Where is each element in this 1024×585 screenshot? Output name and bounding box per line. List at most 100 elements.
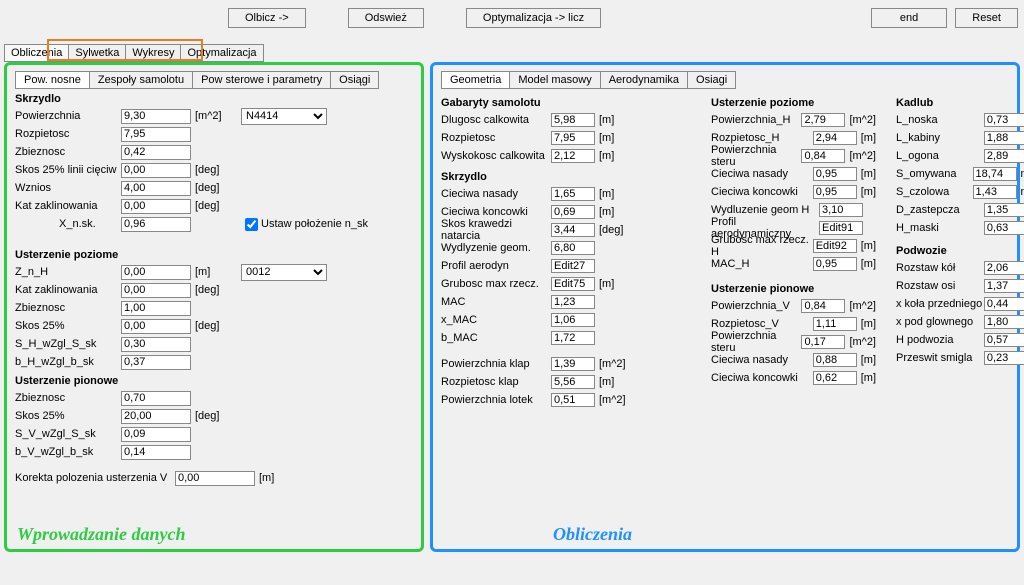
- sv-input[interactable]: [121, 427, 191, 442]
- xmac-out: [551, 313, 595, 327]
- lkab-label: L_kabiny: [896, 132, 984, 144]
- sczo-unit: m^2: [1021, 186, 1024, 198]
- le-sweep-out: [551, 223, 595, 237]
- gear-title: Podwozie: [896, 245, 1024, 257]
- wing-profile-select[interactable]: N4414: [241, 108, 327, 125]
- korekta-input[interactable]: [175, 471, 255, 486]
- tip-chord-out: [551, 205, 595, 219]
- bh-input[interactable]: [121, 355, 191, 370]
- rozph-label: Rozpietosc_H: [711, 132, 813, 144]
- hckon-unit: [m]: [861, 186, 876, 198]
- span-out-unit: [m]: [599, 132, 614, 144]
- r-vtail-title: Usterzenie pionowe: [711, 283, 876, 295]
- korekta-label: Korekta polozenia usterzenia V: [15, 472, 175, 484]
- wing-title: Skrzydlo: [15, 93, 413, 105]
- flap-span-label: Rozpietosc klap: [441, 376, 551, 388]
- powv-label: Powierzchnia_V: [711, 300, 801, 312]
- rtab-model-masowy[interactable]: Model masowy: [509, 71, 600, 89]
- xmac-label: x_MAC: [441, 314, 551, 326]
- htail-inc-unit: [deg]: [195, 284, 241, 296]
- gab-title: Gabaryty samolotu: [441, 97, 691, 109]
- right-tabs: Geometria Model masowy Aerodynamika Osia…: [441, 71, 1009, 89]
- sweep25-input[interactable]: [121, 163, 191, 178]
- pster-label: Powierzchnia steru: [711, 144, 801, 168]
- set-nsk-checkbox[interactable]: [245, 218, 258, 231]
- taper-input[interactable]: [121, 145, 191, 160]
- rkol-label: Rozstaw kół: [896, 262, 984, 274]
- dzas-label: D_zastepcza: [896, 204, 984, 216]
- itab-pow-nosne[interactable]: Pow. nosne: [15, 71, 90, 89]
- xnsk-input[interactable]: [121, 217, 191, 232]
- ail-area-out: [551, 393, 595, 407]
- htail-taper-label: Zbieznosc: [15, 302, 121, 314]
- end-button[interactable]: end: [871, 8, 947, 28]
- flap-area-label: Powierzchnia klap: [441, 358, 551, 370]
- htail-inc-input[interactable]: [121, 283, 191, 298]
- hckon-out: [813, 185, 857, 199]
- xglo-label: x pod glownego: [896, 316, 984, 328]
- r-wing-title: Skrzydlo: [441, 171, 691, 183]
- sweep25-unit: [deg]: [195, 164, 241, 176]
- left-caption: Wprowadzanie danych: [17, 524, 186, 545]
- htail-sweep-unit: [deg]: [195, 320, 241, 332]
- root-chord-label: Cieciwa nasady: [441, 188, 551, 200]
- wydlh-out: [819, 203, 863, 217]
- itab-powsterowe[interactable]: Pow sterowe i parametry: [192, 71, 331, 89]
- hpod-label: H podwozia: [896, 334, 984, 346]
- hmas-out: [984, 221, 1024, 235]
- htail-profile-select[interactable]: 0012: [241, 264, 327, 281]
- wing-area-input[interactable]: [121, 109, 191, 124]
- itab-zespoly[interactable]: Zespoły samolotu: [89, 71, 193, 89]
- lkab-out: [984, 131, 1024, 145]
- span-out: [551, 131, 595, 145]
- sh-input[interactable]: [121, 337, 191, 352]
- psterv-out: [801, 335, 845, 349]
- vtail-sweep-input[interactable]: [121, 409, 191, 424]
- rtab-aero[interactable]: Aerodynamika: [600, 71, 688, 89]
- htail-sweep-input[interactable]: [121, 319, 191, 334]
- dihedral-input[interactable]: [121, 181, 191, 196]
- thick-out: [551, 277, 595, 291]
- vcnas-unit: [m]: [861, 354, 876, 366]
- grubh-label: Grubosc max rzecz. H: [711, 234, 813, 258]
- rkol-out: [984, 261, 1024, 275]
- powh-unit: [m^2]: [849, 114, 876, 126]
- vtail-taper-input[interactable]: [121, 391, 191, 406]
- htail-taper-input[interactable]: [121, 301, 191, 316]
- grubh-unit: [m]: [861, 240, 876, 252]
- span-input[interactable]: [121, 127, 191, 142]
- refresh-button[interactable]: Odswież: [348, 8, 424, 28]
- right-caption: Obliczenia: [553, 524, 632, 545]
- psmi-label: Przeswit smigla: [896, 352, 984, 364]
- optimize-button[interactable]: Optymalizacja -> licz: [466, 8, 601, 28]
- itab-osiagi[interactable]: Osiągi: [330, 71, 379, 89]
- length-out: [551, 113, 595, 127]
- znh-input[interactable]: [121, 265, 191, 280]
- rozpv-out: [813, 317, 857, 331]
- xprz-label: x koła przedniego: [896, 298, 984, 310]
- rtab-osiagi[interactable]: Osiagi: [687, 71, 736, 89]
- hcnas-out: [813, 167, 857, 181]
- vtail-taper-label: Zbieznosc: [15, 392, 121, 404]
- tab-obliczenia[interactable]: Obliczenia: [4, 44, 69, 62]
- logo-label: L_ogona: [896, 150, 984, 162]
- znh-unit: [m]: [195, 266, 241, 278]
- tab-sylwetka[interactable]: Sylwetka: [68, 44, 126, 62]
- wing-area-unit: [m^2]: [195, 110, 241, 122]
- wing-area-label: Powierzchnia: [15, 110, 121, 122]
- tab-wykresy[interactable]: Wykresy: [125, 44, 181, 62]
- root-chord-out: [551, 187, 595, 201]
- tab-optymalizacja[interactable]: Optymalizacja: [180, 44, 263, 62]
- grubh-out: [813, 239, 857, 253]
- r-htail-title: Usterzenie poziome: [711, 97, 876, 109]
- bv-input[interactable]: [121, 445, 191, 460]
- flap-area-out: [551, 357, 595, 371]
- calc-button[interactable]: Olbicz ->: [228, 8, 306, 28]
- rtab-geometria[interactable]: Geometria: [441, 71, 510, 89]
- results-panel: Geometria Model masowy Aerodynamika Osia…: [430, 62, 1020, 552]
- logo-out: [984, 149, 1024, 163]
- reset-button[interactable]: Reset: [955, 8, 1018, 28]
- top-toolbar: Olbicz -> Odswież Optymalizacja -> licz …: [0, 0, 1024, 34]
- incidence-input[interactable]: [121, 199, 191, 214]
- vcnas-out: [813, 353, 857, 367]
